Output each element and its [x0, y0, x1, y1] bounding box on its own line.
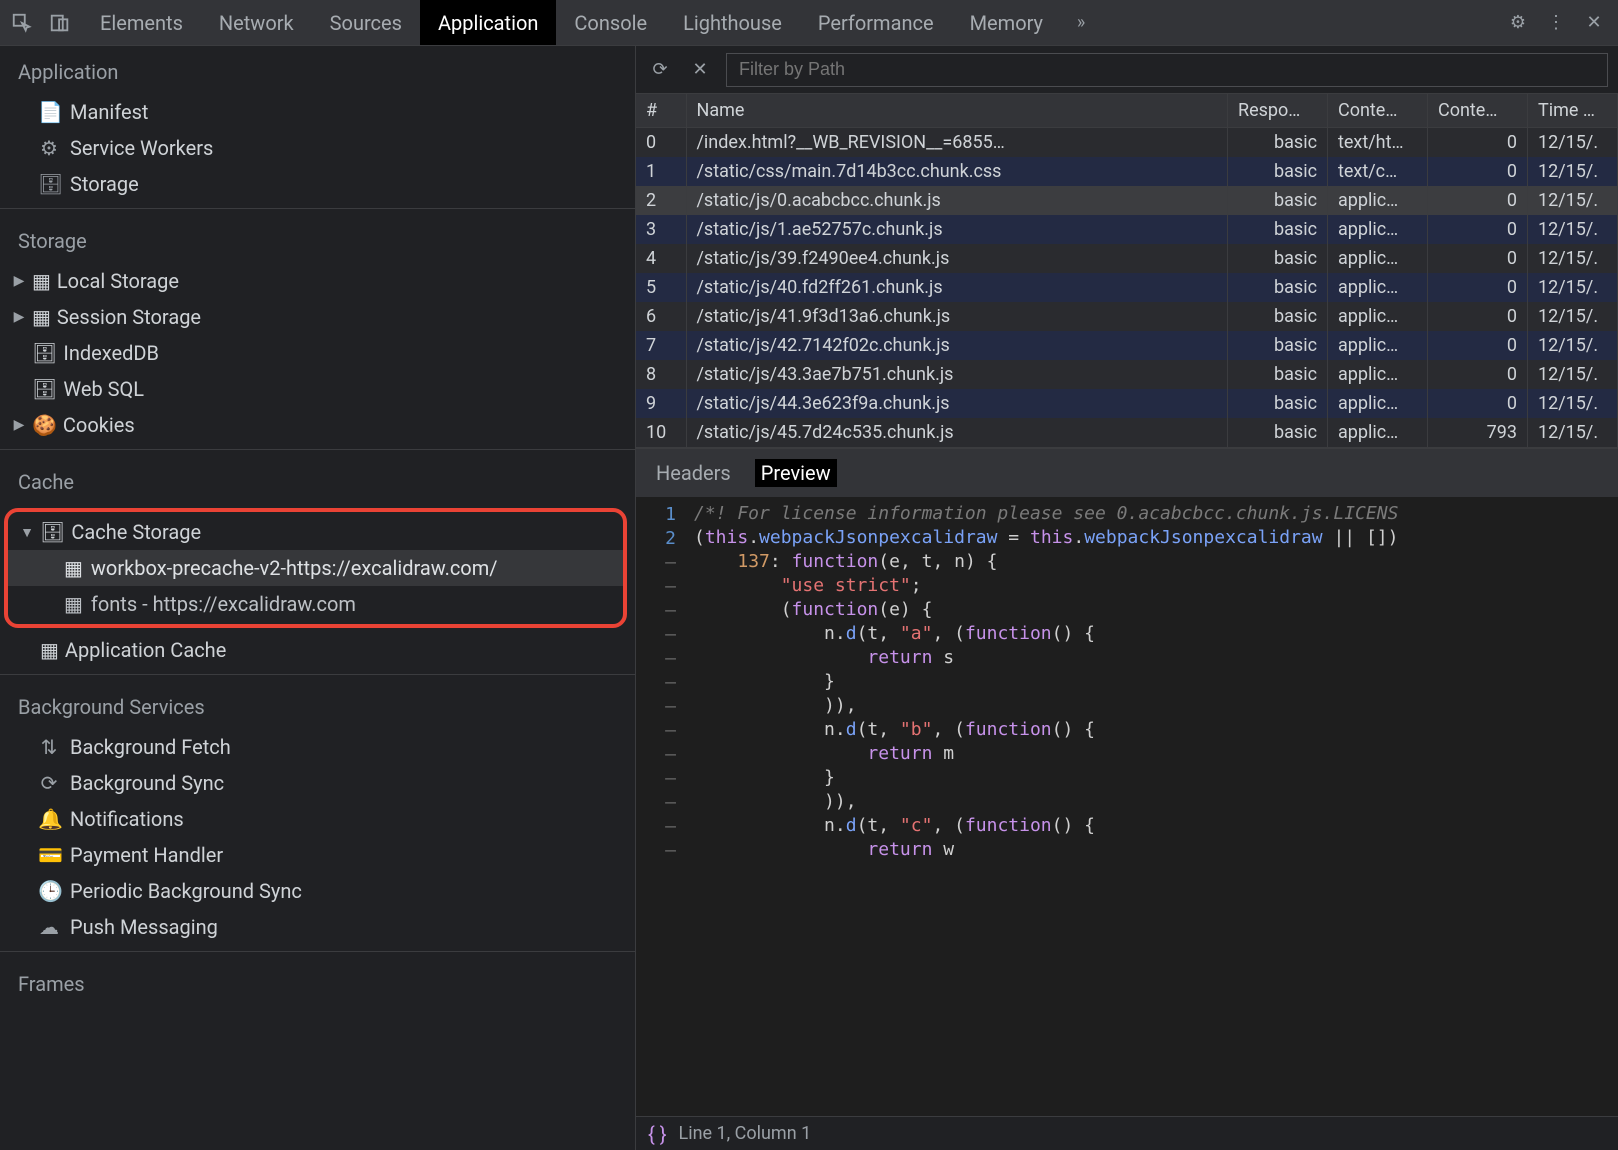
cache-entry-fonts[interactable]: ▦ fonts - https://excalidraw.com [8, 586, 623, 622]
database-icon: 🗄 [40, 520, 65, 544]
tab-elements[interactable]: Elements [82, 0, 201, 45]
cookie-icon: 🍪 [32, 413, 57, 437]
cache-entry-workbox[interactable]: ▦ workbox-precache-v2-https://excalidraw… [8, 550, 623, 586]
delete-icon[interactable]: ✕ [686, 56, 714, 84]
chevron-right-icon: ▶ [12, 273, 26, 289]
grid-icon: ▦ [32, 305, 51, 329]
card-icon: 💳 [38, 843, 60, 867]
devtools-tab-bar: ElementsNetworkSourcesApplicationConsole… [0, 0, 1618, 46]
sidebar-item-app-cache[interactable]: ▶▦Application Cache [0, 632, 635, 668]
col-1[interactable]: Name [686, 94, 1228, 128]
close-icon[interactable]: ✕ [1580, 9, 1608, 37]
cloud-icon: ☁ [38, 915, 60, 939]
table-row[interactable]: 10/static/js/45.7d24c535.chunk.jsbasicap… [636, 418, 1618, 447]
section-cache: Cache [0, 456, 635, 504]
col-5[interactable]: Time … [1528, 94, 1618, 128]
application-sidebar: Application 📄Manifest ⚙Service Workers 🗄… [0, 46, 636, 1150]
status-bar: { } Line 1, Column 1 [636, 1116, 1618, 1150]
preview-tabs: Headers Preview [636, 448, 1618, 497]
gear-icon: ⚙ [38, 136, 60, 160]
sidebar-item-payment[interactable]: 💳Payment Handler [0, 837, 635, 873]
tab-sources[interactable]: Sources [312, 0, 420, 45]
sidebar-item-cookies[interactable]: ▶🍪Cookies [0, 407, 635, 443]
filter-input[interactable] [726, 53, 1608, 87]
grid-icon: ▦ [40, 638, 59, 662]
device-toggle-icon[interactable] [46, 9, 74, 37]
tab-performance[interactable]: Performance [800, 0, 952, 45]
table-row[interactable]: 2/static/js/0.acabcbcc.chunk.jsbasicappl… [636, 186, 1618, 215]
tab-network[interactable]: Network [201, 0, 312, 45]
grid-icon: ▦ [32, 269, 51, 293]
table-row[interactable]: 5/static/js/40.fd2ff261.chunk.jsbasicapp… [636, 273, 1618, 302]
sidebar-item-bg-sync[interactable]: ⟳Background Sync [0, 765, 635, 801]
cache-storage-highlight: ▼ 🗄 Cache Storage ▦ workbox-precache-v2-… [4, 508, 627, 628]
chevron-down-icon: ▼ [20, 524, 34, 541]
cache-toolbar: ⟳ ✕ [636, 46, 1618, 94]
table-row[interactable]: 6/static/js/41.9f3d13a6.chunk.jsbasicapp… [636, 302, 1618, 331]
reload-icon[interactable]: ⟳ [646, 56, 674, 84]
cache-table: #NameRespo…Conte…Conte…Time … 0/index.ht… [636, 94, 1618, 448]
subtab-preview[interactable]: Preview [755, 459, 837, 487]
swap-icon: ⇅ [38, 735, 60, 759]
chevron-right-icon: ▶ [12, 309, 26, 325]
sidebar-item-push[interactable]: ☁Push Messaging [0, 909, 635, 945]
sidebar-item-session-storage[interactable]: ▶▦Session Storage [0, 299, 635, 335]
section-background: Background Services [0, 681, 635, 729]
database-icon: 🗄 [32, 377, 57, 401]
table-row[interactable]: 4/static/js/39.f2490ee4.chunk.jsbasicapp… [636, 244, 1618, 273]
preview-code: 12————————————— /*! For license informat… [636, 497, 1618, 1116]
tab-lighthouse[interactable]: Lighthouse [665, 0, 800, 45]
clock-icon: 🕒 [38, 879, 60, 903]
braces-icon[interactable]: { } [648, 1122, 667, 1146]
table-row[interactable]: 8/static/js/43.3ae7b751.chunk.jsbasicapp… [636, 360, 1618, 389]
database-icon: 🗄 [32, 341, 57, 365]
table-row[interactable]: 7/static/js/42.7142f02c.chunk.jsbasicapp… [636, 331, 1618, 360]
grid-icon: ▦ [64, 592, 83, 616]
section-application: Application [0, 46, 635, 94]
grid-icon: ▦ [64, 556, 83, 580]
chevron-right-icon: ▶ [12, 417, 26, 433]
sidebar-item-manifest[interactable]: 📄Manifest [0, 94, 635, 130]
inspect-icon[interactable] [8, 9, 36, 37]
sidebar-item-local-storage[interactable]: ▶▦Local Storage [0, 263, 635, 299]
table-row[interactable]: 9/static/js/44.3e623f9a.chunk.jsbasicapp… [636, 389, 1618, 418]
sidebar-item-storage[interactable]: 🗄Storage [0, 166, 635, 202]
tab-memory[interactable]: Memory [952, 0, 1061, 45]
gear-icon[interactable]: ⚙ [1504, 9, 1532, 37]
col-3[interactable]: Conte… [1328, 94, 1428, 128]
cache-detail-pane: ⟳ ✕ #NameRespo…Conte…Conte…Time … 0/inde… [636, 46, 1618, 1150]
tab-application[interactable]: Application [420, 0, 556, 45]
more-tabs-icon[interactable]: » [1067, 9, 1095, 37]
section-storage: Storage [0, 215, 635, 263]
sidebar-item-websql[interactable]: ▶🗄Web SQL [0, 371, 635, 407]
table-row[interactable]: 1/static/css/main.7d14b3cc.chunk.cssbasi… [636, 157, 1618, 186]
database-icon: 🗄 [38, 172, 60, 196]
sidebar-item-service-workers[interactable]: ⚙Service Workers [0, 130, 635, 166]
file-icon: 📄 [38, 100, 60, 124]
table-row[interactable]: 0/index.html?__WB_REVISION__=6855…basict… [636, 128, 1618, 158]
section-frames: Frames [0, 958, 635, 1006]
sidebar-item-bg-fetch[interactable]: ⇅Background Fetch [0, 729, 635, 765]
sidebar-item-notifications[interactable]: 🔔Notifications [0, 801, 635, 837]
col-2[interactable]: Respo… [1228, 94, 1328, 128]
col-4[interactable]: Conte… [1428, 94, 1528, 128]
sidebar-item-periodic-sync[interactable]: 🕒Periodic Background Sync [0, 873, 635, 909]
table-row[interactable]: 3/static/js/1.ae52757c.chunk.jsbasicappl… [636, 215, 1618, 244]
subtab-headers[interactable]: Headers [650, 459, 737, 487]
bell-icon: 🔔 [38, 807, 60, 831]
tab-console[interactable]: Console [556, 0, 665, 45]
col-0[interactable]: # [636, 94, 686, 128]
sidebar-item-cache-storage[interactable]: ▼ 🗄 Cache Storage [8, 514, 623, 550]
sync-icon: ⟳ [38, 771, 60, 795]
sidebar-item-indexeddb[interactable]: ▶🗄IndexedDB [0, 335, 635, 371]
kebab-icon[interactable]: ⋮ [1542, 9, 1570, 37]
cursor-position: Line 1, Column 1 [679, 1123, 812, 1144]
